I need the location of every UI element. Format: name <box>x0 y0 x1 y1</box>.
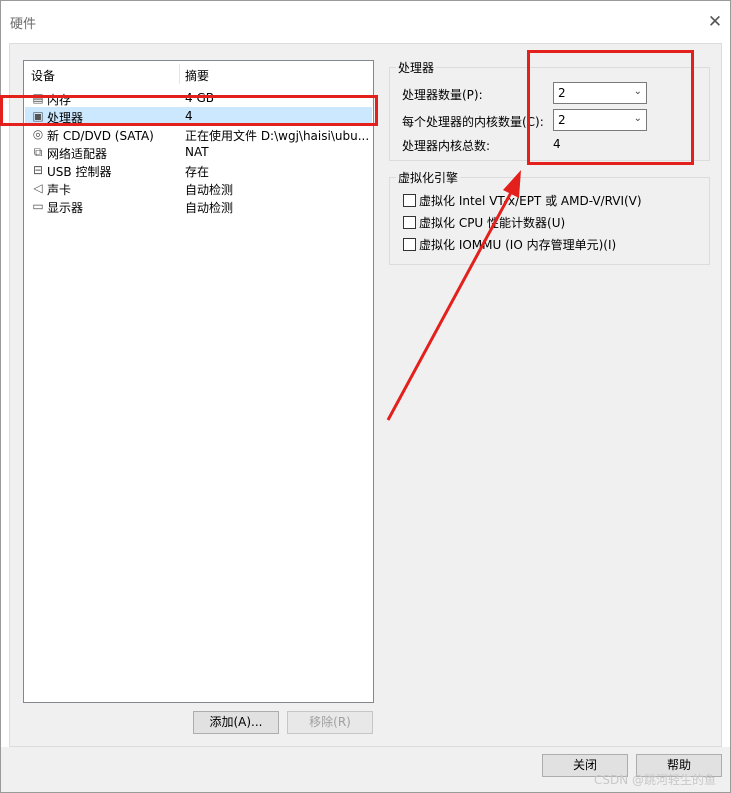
device-row-sound-card[interactable]: ◁ 声卡 自动检测 <box>25 179 372 197</box>
device-name: 新 CD/DVD (SATA) <box>47 129 154 143</box>
close-icon[interactable]: ✕ <box>701 9 729 35</box>
cpu-counters-label[interactable]: 虚拟化 CPU 性能计数器(U) <box>419 214 565 231</box>
annotation-highlight-processor-row <box>0 95 378 126</box>
display-icon: ▭ <box>32 199 44 213</box>
total-cores-label: 处理器内核总数: <box>402 139 491 153</box>
device-name: 网络适配器 <box>47 147 108 161</box>
device-name: 显示器 <box>47 201 84 215</box>
device-summary: NAT <box>185 145 209 159</box>
sound-card-icon: ◁ <box>33 181 43 195</box>
vt-x-checkbox[interactable] <box>403 194 416 207</box>
device-row-usb-controller[interactable]: ⊟ USB 控制器 存在 <box>25 161 372 179</box>
vt-x-label[interactable]: 虚拟化 Intel VT-x/EPT 或 AMD-V/RVI(V) <box>419 192 642 209</box>
cpu-counters-checkbox[interactable] <box>403 216 416 229</box>
add-device-button[interactable]: 添加(A)... <box>193 711 279 734</box>
virtualization-group-title: 虚拟化引擎 <box>396 169 461 186</box>
remove-device-button[interactable]: 移除(R) <box>287 711 373 734</box>
device-row-cd-dvd[interactable]: ◎ 新 CD/DVD (SATA) 正在使用文件 D:\wgj\haisi\ub… <box>25 125 372 143</box>
device-name: 声卡 <box>47 183 72 197</box>
column-header-device[interactable]: 设备 <box>31 67 55 84</box>
column-header-summary[interactable]: 摘要 <box>185 67 209 84</box>
usb-icon: ⊟ <box>32 163 44 177</box>
device-summary: 存在 <box>185 165 210 179</box>
device-summary: 自动检测 <box>185 201 234 215</box>
device-list: 设备 摘要 ▤ 内存 4 GB ▣ 处理器 4 ◎ 新 CD/DVD (SATA… <box>23 60 374 703</box>
iommu-label[interactable]: 虚拟化 IOMMU (IO 内存管理单元)(I) <box>419 236 616 253</box>
processor-group-title: 处理器 <box>396 59 437 76</box>
cd-dvd-icon: ◎ <box>32 127 44 141</box>
cores-per-processor-label: 每个处理器的内核数量(C): <box>402 115 544 129</box>
watermark: CSDN @跳河轻生的鱼 <box>594 773 717 787</box>
title-bar: 硬件 ✕ <box>1 1 730 41</box>
iommu-checkbox[interactable] <box>403 238 416 251</box>
device-summary: 自动检测 <box>185 183 234 197</box>
annotation-highlight-processor-settings <box>527 50 694 165</box>
device-name: USB 控制器 <box>47 165 112 179</box>
virtualization-group: 虚拟化引擎 虚拟化 Intel VT-x/EPT 或 AMD-V/RVI(V) … <box>389 169 710 265</box>
device-summary: 正在使用文件 D:\wgj\haisi\ubu... <box>185 129 370 143</box>
device-row-network-adapter[interactable]: ⧉ 网络适配器 NAT <box>25 143 372 161</box>
column-separator <box>179 64 180 84</box>
dialog-title: 硬件 <box>10 17 37 32</box>
device-row-display[interactable]: ▭ 显示器 自动检测 <box>25 197 372 215</box>
network-adapter-icon: ⧉ <box>33 145 43 159</box>
processor-count-label: 处理器数量(P): <box>402 88 483 102</box>
